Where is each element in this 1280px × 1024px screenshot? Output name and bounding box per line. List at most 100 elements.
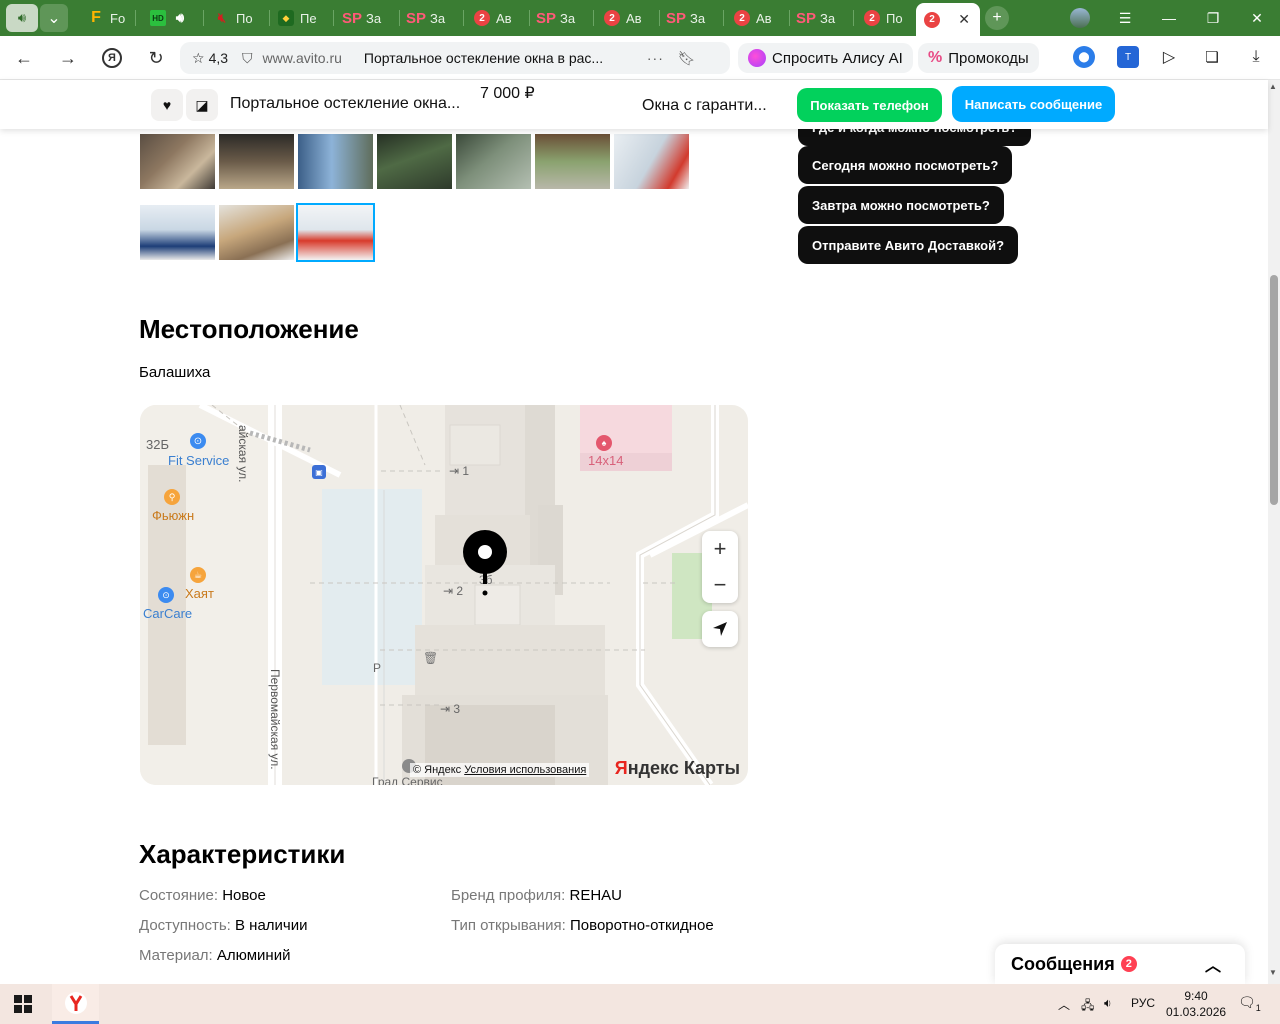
messenger-widget[interactable]: Сообщения 2 ︿ (995, 944, 1245, 984)
quick-question-button[interactable]: Сегодня можно посмотреть? (798, 146, 1013, 184)
page-scrollbar[interactable]: ▲ ▼ (1268, 80, 1280, 984)
tab-10[interactable]: SP За (660, 4, 724, 32)
shield-icon[interactable]: ⛉ (242, 50, 253, 67)
star-icon: ☆ (192, 49, 205, 66)
tab-4[interactable]: ◆ Пе (270, 4, 334, 32)
restaurant-icon: ⚲ (164, 489, 180, 505)
badge-icon: 2 (864, 10, 880, 26)
gallery-thumbnail[interactable] (219, 205, 294, 260)
bookmark-icon[interactable]: 🔖︎ (678, 50, 696, 67)
sp-icon: SP (406, 9, 427, 27)
tab-8[interactable]: SP За (530, 4, 594, 32)
zoom-in-button[interactable]: + (702, 531, 738, 567)
location-map[interactable]: ⊙ ⚲ ☕︎ ⊙ ▣ ♠ 🗑︎ 32Б Fit Service Фьюжн Ха… (140, 405, 748, 785)
locate-me-button[interactable] (702, 611, 738, 647)
tab-12[interactable]: SP За (790, 4, 854, 32)
restore-button[interactable]: ❐ (1198, 6, 1228, 30)
tab-2[interactable]: HD 🔊︎ (142, 4, 204, 32)
tab-3[interactable]: 🔇︎ По (206, 4, 270, 32)
alice-button[interactable]: Спросить Алису AI (738, 43, 913, 73)
note-button[interactable]: ◪ (186, 89, 218, 121)
yandex-browser-icon (64, 991, 87, 1014)
gallery-thumbnail[interactable] (456, 134, 531, 189)
yandex-button[interactable]: Я (100, 46, 124, 70)
gallery-thumbnail[interactable] (535, 134, 610, 189)
yandex-maps-logo[interactable]: Яндекс Карты (615, 758, 740, 779)
tab-6[interactable]: SP За (400, 4, 464, 32)
dentist-icon: ♠ (596, 435, 612, 451)
more-icon[interactable]: ··· (647, 50, 664, 66)
notifications-icon[interactable]: 🗨︎1 (1238, 994, 1261, 1013)
car-wash-icon: ⊙ (158, 587, 174, 603)
unread-badge: 2 (1120, 956, 1137, 972)
menu-button[interactable]: ☰ (1110, 6, 1140, 30)
close-window-button[interactable]: ✕ (1242, 6, 1272, 30)
seller-name[interactable]: Окна с гаранти... (642, 97, 767, 115)
write-message-button[interactable]: Написать сообщение (952, 86, 1115, 122)
promo-button[interactable]: % Промокоды (918, 43, 1039, 73)
tab-1[interactable]: F Fo (80, 4, 136, 32)
show-phone-button[interactable]: Показать телефон (797, 88, 942, 122)
map-label-carcare: CarCare (143, 606, 193, 621)
new-tab-button[interactable]: + (985, 6, 1009, 30)
car-service-icon: ⊙ (190, 433, 206, 449)
navigation-arrow-icon (713, 622, 727, 636)
extension-translate-icon[interactable]: T (1117, 46, 1139, 68)
location-heading: Местоположение (139, 314, 359, 344)
sp-icon: SP (666, 9, 687, 27)
volume-icon[interactable]: 🔉︎ (1104, 996, 1112, 1011)
video-play-icon[interactable]: ▷ (1158, 46, 1180, 68)
quick-question-button[interactable]: Отправите Авито Доставкой? (798, 226, 1019, 264)
system-clock[interactable]: 9:40 01.03.2026 (1166, 988, 1226, 1020)
badge-icon: 2 (474, 10, 490, 26)
tab-active[interactable]: 2 ✕ (916, 3, 980, 36)
collections-icon[interactable]: ❏ (1201, 46, 1223, 68)
download-icon[interactable]: ⤓ (1245, 46, 1267, 68)
network-icon[interactable]: 🖧︎ (1081, 996, 1094, 1017)
zoom-out-button[interactable]: − (702, 567, 738, 603)
map-label-street-side: Первомайская ул. (268, 669, 282, 770)
gallery-thumbnail[interactable] (140, 205, 215, 260)
tab-5[interactable]: SP За (336, 4, 400, 32)
gallery-thumbnail[interactable] (219, 134, 294, 189)
map-label-14x14: 14х14 (588, 453, 624, 468)
profile-avatar[interactable] (1070, 8, 1090, 28)
quick-question-button[interactable]: Завтра можно посмотреть? (798, 186, 1004, 224)
map-terms-link[interactable]: Условия использования (464, 764, 586, 776)
site-rating[interactable]: ☆ 4,3 (192, 50, 228, 67)
yandex-logo-icon: Я (102, 48, 122, 68)
tab-11[interactable]: 2 Ав (726, 4, 790, 32)
mute-icon: 🔇︎ (217, 10, 227, 25)
minimize-button[interactable]: — (1154, 6, 1184, 30)
taskbar-yandex-browser[interactable] (52, 984, 99, 1024)
address-bar[interactable]: ☆ 4,3 ⛉ www.avito.ru Портальное остеклен… (180, 42, 730, 74)
language-indicator[interactable]: РУС (1131, 996, 1155, 1010)
map-label-street-top: айская ул. (236, 425, 250, 483)
tab-9[interactable]: 2 Ав (596, 4, 660, 32)
sidebar-toggle-button[interactable]: 🔊︎ (6, 4, 38, 32)
scroll-down-icon[interactable]: ▼ (1269, 968, 1277, 977)
extension-shield-icon[interactable]: ⬤ (1073, 46, 1095, 68)
close-tab-icon[interactable]: ✕ (958, 11, 970, 28)
reload-button[interactable]: ↻ (144, 46, 168, 70)
gallery-thumbnail[interactable] (614, 134, 689, 189)
gallery-thumbnail-selected[interactable] (296, 203, 375, 262)
badge-icon: 2 (924, 11, 940, 28)
gallery-thumbnail[interactable] (140, 134, 215, 189)
tab-7[interactable]: 2 Ав (466, 4, 530, 32)
scrollbar-thumb[interactable] (1270, 275, 1278, 505)
tab-13[interactable]: 2 По (856, 4, 912, 32)
volume-icon: 🔊︎ (175, 10, 185, 25)
reload-icon: ↻ (148, 47, 164, 68)
tray-expand-icon[interactable]: ︿ (1058, 996, 1070, 1013)
gallery-thumbnail[interactable] (298, 134, 373, 189)
back-button[interactable]: ← (12, 46, 36, 70)
forward-button[interactable]: → (56, 46, 80, 70)
favorite-button[interactable]: ♥ (151, 89, 183, 121)
tabs-list-button[interactable]: ⌄ (40, 4, 68, 32)
note-icon: ◪ (195, 96, 209, 113)
gallery-thumbnail[interactable] (377, 134, 452, 189)
start-button[interactable] (14, 995, 32, 1013)
chevron-up-icon[interactable]: ︿ (1205, 952, 1221, 976)
scroll-up-icon[interactable]: ▲ (1269, 82, 1277, 91)
